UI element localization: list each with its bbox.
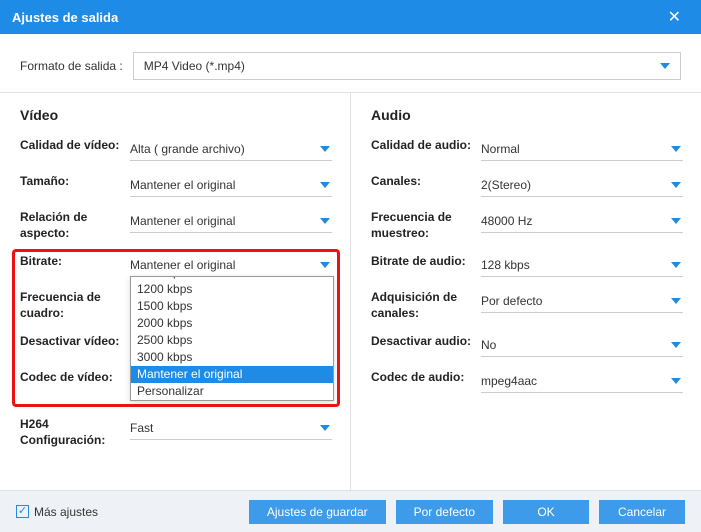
chevron-down-icon bbox=[671, 218, 681, 224]
chevron-down-icon bbox=[320, 146, 330, 152]
video-aspect-label: Relación de aspecto: bbox=[20, 209, 130, 241]
audio-quality-row: Calidad de audio: Normal bbox=[371, 137, 683, 161]
audio-bitrate-value: 128 kbps bbox=[481, 258, 530, 272]
video-bitrate-row: Bitrate: Mantener el original bbox=[20, 253, 332, 277]
audio-quality-value: Normal bbox=[481, 142, 520, 156]
video-quality-value: Alta ( grande archivo) bbox=[130, 142, 245, 156]
video-bitrate-option[interactable]: 2500 kbps bbox=[131, 332, 333, 349]
audio-acquire-label: Adquisición de canales: bbox=[371, 289, 481, 321]
audio-bitrate-select[interactable]: 128 kbps bbox=[481, 253, 683, 277]
video-bitrate-dropdown[interactable]: 768 kbps1200 kbps1500 kbps2000 kbps2500 … bbox=[130, 276, 334, 401]
audio-codec-select[interactable]: mpeg4aac bbox=[481, 369, 683, 393]
chevron-down-icon bbox=[671, 378, 681, 384]
video-size-row: Tamaño: Mantener el original bbox=[20, 173, 332, 197]
chevron-down-icon bbox=[320, 218, 330, 224]
chevron-down-icon bbox=[671, 262, 681, 268]
audio-channels-label: Canales: bbox=[371, 173, 481, 189]
audio-codec-label: Codec de audio: bbox=[371, 369, 481, 385]
audio-samplerate-row: Frecuencia de muestreo: 48000 Hz bbox=[371, 209, 683, 241]
ok-button[interactable]: OK bbox=[503, 500, 589, 524]
chevron-down-icon bbox=[320, 182, 330, 188]
audio-disable-label: Desactivar audio: bbox=[371, 333, 481, 349]
video-disable-label: Desactivar vídeo: bbox=[20, 333, 130, 349]
video-aspect-select[interactable]: Mantener el original bbox=[130, 209, 332, 233]
audio-acquire-select[interactable]: Por defecto bbox=[481, 289, 683, 313]
chevron-down-icon bbox=[320, 425, 330, 431]
video-h264-row: H264 Configuración: Fast bbox=[20, 405, 332, 448]
audio-disable-row: Desactivar audio: No bbox=[371, 333, 683, 357]
columns: Vídeo Calidad de vídeo: Alta ( grande ar… bbox=[0, 93, 701, 490]
audio-acquire-value: Por defecto bbox=[481, 294, 542, 308]
audio-samplerate-select[interactable]: 48000 Hz bbox=[481, 209, 683, 233]
chevron-down-icon bbox=[671, 146, 681, 152]
video-quality-row: Calidad de vídeo: Alta ( grande archivo) bbox=[20, 137, 332, 161]
output-format-label: Formato de salida : bbox=[20, 59, 123, 73]
chevron-down-icon bbox=[671, 182, 681, 188]
audio-acquire-row: Adquisición de canales: Por defecto bbox=[371, 289, 683, 321]
video-aspect-value: Mantener el original bbox=[130, 214, 235, 228]
cancel-button[interactable]: Cancelar bbox=[599, 500, 685, 524]
video-bitrate-option[interactable]: 1200 kbps bbox=[131, 281, 333, 298]
audio-codec-value: mpeg4aac bbox=[481, 374, 537, 388]
checkbox-icon: ✓ bbox=[16, 505, 29, 518]
close-icon[interactable]: ✕ bbox=[660, 3, 689, 31]
audio-bitrate-row: Bitrate de audio: 128 kbps bbox=[371, 253, 683, 277]
audio-channels-value: 2(Stereo) bbox=[481, 178, 531, 192]
audio-channels-select[interactable]: 2(Stereo) bbox=[481, 173, 683, 197]
audio-channels-row: Canales: 2(Stereo) bbox=[371, 173, 683, 197]
video-bitrate-option[interactable]: 1500 kbps bbox=[131, 298, 333, 315]
chevron-down-icon bbox=[660, 63, 670, 69]
video-bitrate-value: Mantener el original bbox=[130, 258, 235, 272]
video-bitrate-option[interactable]: Personalizar bbox=[131, 383, 333, 400]
video-h264-select[interactable]: Fast bbox=[130, 416, 332, 440]
more-settings-label: Más ajustes bbox=[34, 505, 98, 519]
video-bitrate-option[interactable]: 2000 kbps bbox=[131, 315, 333, 332]
chevron-down-icon bbox=[320, 262, 330, 268]
chevron-down-icon bbox=[671, 298, 681, 304]
video-aspect-row: Relación de aspecto: Mantener el origina… bbox=[20, 209, 332, 241]
video-h264-label: H264 Configuración: bbox=[20, 416, 130, 448]
chevron-down-icon bbox=[671, 342, 681, 348]
titlebar: Ajustes de salida ✕ bbox=[0, 0, 701, 34]
audio-quality-label: Calidad de audio: bbox=[371, 137, 481, 153]
video-framerate-label: Frecuencia de cuadro: bbox=[20, 289, 130, 321]
window-title: Ajustes de salida bbox=[12, 10, 118, 25]
video-codec-label: Codec de vídeo: bbox=[20, 369, 130, 385]
video-h264-value: Fast bbox=[130, 421, 153, 435]
video-size-label: Tamaño: bbox=[20, 173, 130, 189]
save-settings-button[interactable]: Ajustes de guardar bbox=[249, 500, 386, 524]
audio-samplerate-label: Frecuencia de muestreo: bbox=[371, 209, 481, 241]
output-format-value: MP4 Video (*.mp4) bbox=[144, 59, 245, 73]
video-quality-select[interactable]: Alta ( grande archivo) bbox=[130, 137, 332, 161]
video-size-value: Mantener el original bbox=[130, 178, 235, 192]
video-column: Vídeo Calidad de vídeo: Alta ( grande ar… bbox=[0, 93, 351, 490]
output-format-select[interactable]: MP4 Video (*.mp4) bbox=[133, 52, 681, 80]
audio-column: Audio Calidad de audio: Normal Canales: … bbox=[351, 93, 701, 490]
video-size-select[interactable]: Mantener el original bbox=[130, 173, 332, 197]
audio-quality-select[interactable]: Normal bbox=[481, 137, 683, 161]
output-format-row: Formato de salida : MP4 Video (*.mp4) bbox=[0, 34, 701, 92]
video-bitrate-option[interactable]: Mantener el original bbox=[131, 366, 333, 383]
video-section-title: Vídeo bbox=[20, 107, 332, 123]
audio-codec-row: Codec de audio: mpeg4aac bbox=[371, 369, 683, 393]
video-bitrate-option[interactable]: 3000 kbps bbox=[131, 349, 333, 366]
default-button[interactable]: Por defecto bbox=[396, 500, 493, 524]
audio-disable-select[interactable]: No bbox=[481, 333, 683, 357]
video-bitrate-label: Bitrate: bbox=[20, 253, 130, 269]
audio-samplerate-value: 48000 Hz bbox=[481, 214, 532, 228]
audio-section-title: Audio bbox=[371, 107, 683, 123]
audio-bitrate-label: Bitrate de audio: bbox=[371, 253, 481, 269]
video-quality-label: Calidad de vídeo: bbox=[20, 137, 130, 153]
bottom-bar: ✓ Más ajustes Ajustes de guardar Por def… bbox=[0, 490, 701, 532]
audio-disable-value: No bbox=[481, 338, 496, 352]
video-bitrate-select[interactable]: Mantener el original bbox=[130, 253, 332, 277]
more-settings-checkbox[interactable]: ✓ Más ajustes bbox=[16, 505, 239, 519]
